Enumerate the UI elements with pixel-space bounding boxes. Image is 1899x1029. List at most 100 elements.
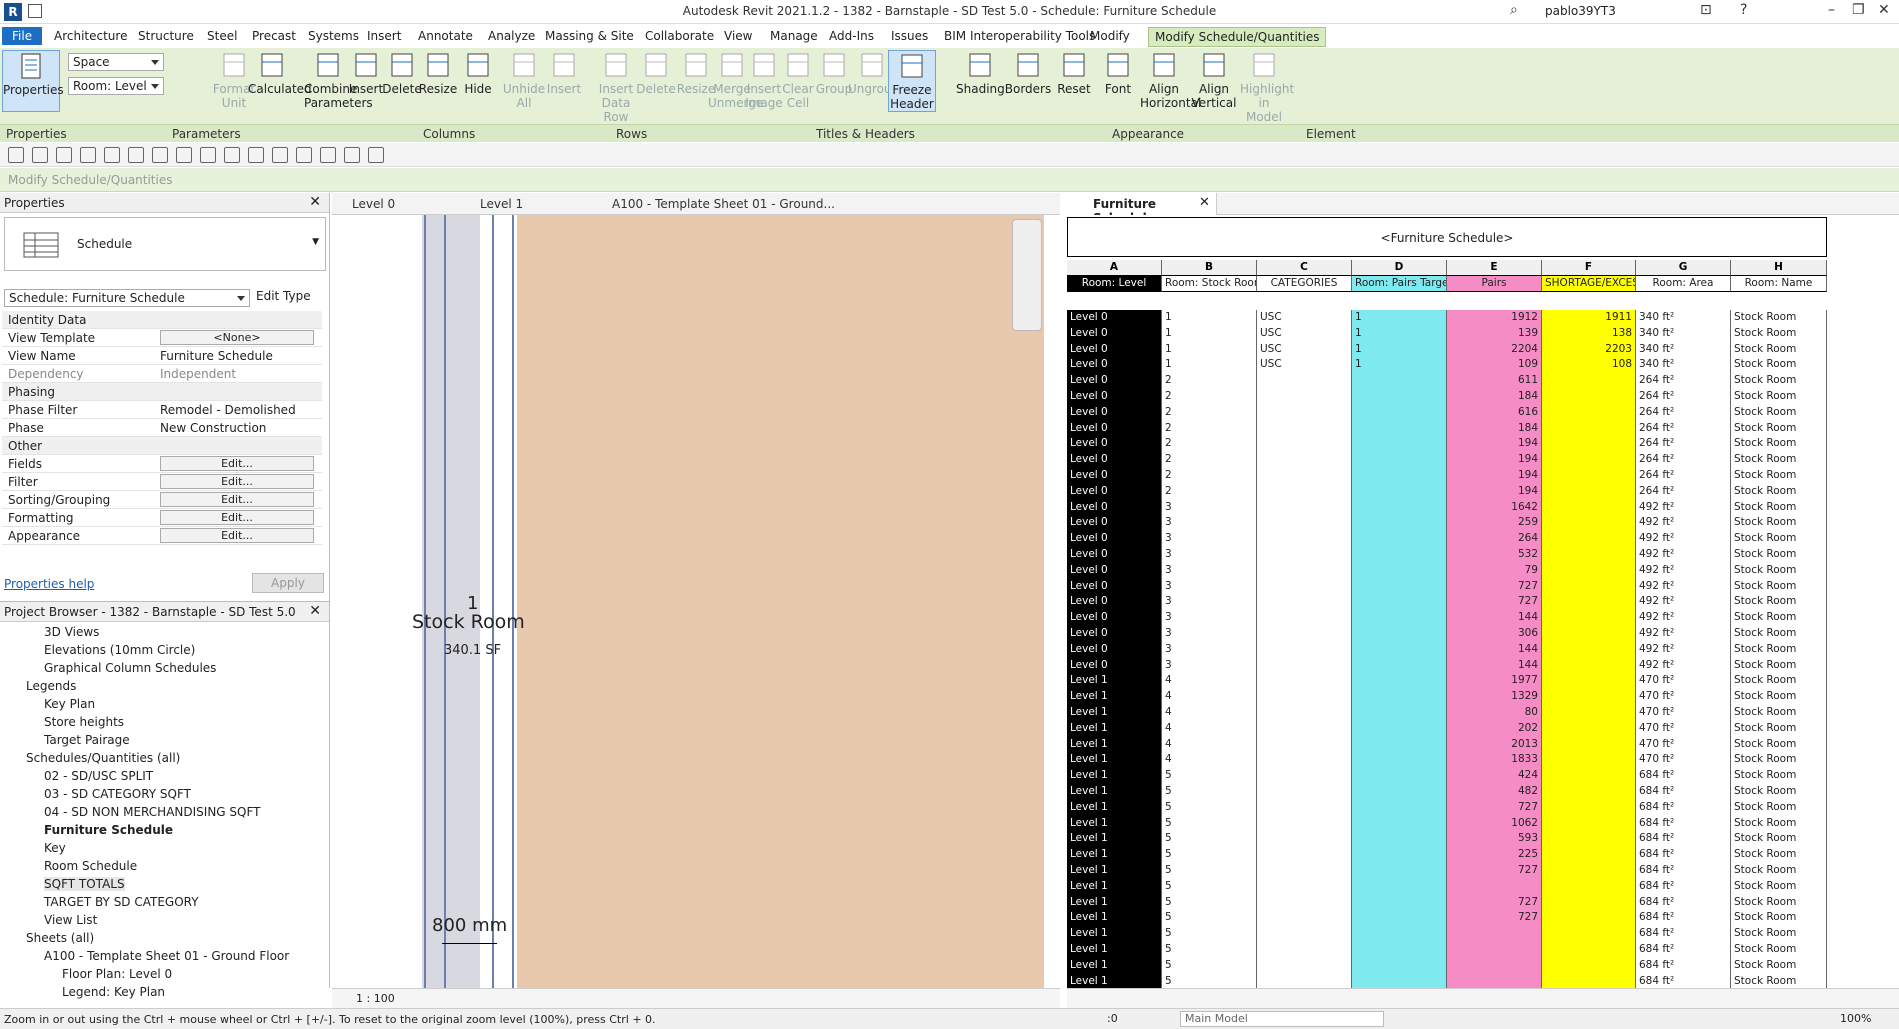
schedule-cell[interactable] <box>1447 973 1542 988</box>
model-selector[interactable]: Main Model <box>1180 1011 1384 1027</box>
parameter-combo[interactable]: Room: Level <box>68 77 164 95</box>
schedule-cell[interactable]: Stock Room <box>1731 578 1827 595</box>
schedule-cell[interactable] <box>1352 831 1447 848</box>
table-row[interactable]: Level 1 4 202 470 ft² Stock Room <box>1067 720 1827 737</box>
schedule-cell[interactable]: 3 <box>1162 610 1257 626</box>
qat-tool-icon[interactable] <box>104 147 120 163</box>
schedule-cell[interactable] <box>1542 720 1636 737</box>
view-name-field[interactable]: Furniture Schedule <box>160 349 273 363</box>
schedule-cell[interactable]: 684 ft² <box>1636 878 1731 895</box>
menu-steel[interactable]: Steel <box>207 29 237 43</box>
schedule-cell[interactable]: Stock Room <box>1731 547 1827 563</box>
schedule-cell[interactable]: 340 ft² <box>1636 357 1731 374</box>
apply-button[interactable]: Apply <box>252 573 324 593</box>
filter-edit-button[interactable]: Edit... <box>160 474 314 489</box>
fields-edit-button[interactable]: Edit... <box>160 456 314 471</box>
schedule-cell[interactable]: 684 ft² <box>1636 910 1731 927</box>
qat-tool-icon[interactable] <box>272 147 288 163</box>
schedule-cell[interactable]: 1 <box>1162 357 1257 374</box>
qat-tool-icon[interactable] <box>176 147 192 163</box>
menu-analyze[interactable]: Analyze <box>488 29 535 43</box>
schedule-cell[interactable] <box>1542 689 1636 705</box>
appearance-edit-button[interactable]: Edit... <box>160 528 314 543</box>
schedule-cell[interactable] <box>1257 815 1352 832</box>
schedule-cell[interactable] <box>1542 578 1636 595</box>
schedule-cell[interactable]: 264 ft² <box>1636 389 1731 405</box>
schedule-cell[interactable]: 492 ft² <box>1636 515 1731 532</box>
schedule-cell[interactable]: Stock Room <box>1731 957 1827 974</box>
schedule-cell[interactable]: 225 <box>1447 847 1542 863</box>
schedule-cell[interactable]: Stock Room <box>1731 325 1827 342</box>
type-selector[interactable]: Schedule ▼ <box>4 217 326 271</box>
schedule-cell[interactable] <box>1542 863 1636 879</box>
schedule-cell[interactable]: 727 <box>1447 799 1542 816</box>
schedule-cell[interactable] <box>1542 768 1636 784</box>
schedule-cell[interactable]: 684 ft² <box>1636 926 1731 942</box>
schedule-cell[interactable]: 108 <box>1542 357 1636 374</box>
schedule-cell[interactable]: 264 ft² <box>1636 452 1731 468</box>
maximize-button[interactable]: ❐ <box>1852 2 1865 18</box>
schedule-cell[interactable]: 492 ft² <box>1636 657 1731 674</box>
phase-field[interactable]: New Construction <box>160 421 266 435</box>
schedule-cell[interactable]: Stock Room <box>1731 878 1827 895</box>
schedule-cell[interactable] <box>1542 483 1636 500</box>
menu-insert[interactable]: Insert <box>367 29 401 43</box>
schedule-cell[interactable]: Stock Room <box>1731 436 1827 453</box>
schedule-cell[interactable]: Level 1 <box>1067 973 1162 988</box>
schedule-cell[interactable]: Level 0 <box>1067 310 1162 326</box>
ribbon-button-shading[interactable]: Shading <box>956 50 1005 96</box>
schedule-cell[interactable]: 2 <box>1162 389 1257 405</box>
schedule-view[interactable]: <Furniture Schedule> A B C D E F G H Room: Level… <box>1067 215 1879 988</box>
panel-label[interactable]: Parameters <box>172 127 241 141</box>
close-tab-icon[interactable]: ✕ <box>1199 195 1210 210</box>
binoculars-icon[interactable]: ⌕ <box>1510 2 1518 18</box>
schedule-cell[interactable]: Stock Room <box>1731 752 1827 769</box>
schedule-cell[interactable] <box>1542 404 1636 421</box>
schedule-cell[interactable]: 340 ft² <box>1636 325 1731 342</box>
schedule-cell[interactable] <box>1352 894 1447 911</box>
schedule-cell[interactable] <box>1257 452 1352 468</box>
schedule-cell[interactable]: 684 ft² <box>1636 799 1731 816</box>
schedule-cell[interactable]: Level 0 <box>1067 483 1162 500</box>
schedule-cell[interactable]: Level 1 <box>1067 926 1162 942</box>
schedule-cell[interactable]: Stock Room <box>1731 910 1827 927</box>
table-row[interactable]: Level 1 5 1062 684 ft² Stock Room <box>1067 815 1827 832</box>
schedule-cell[interactable]: Level 0 <box>1067 357 1162 374</box>
schedule-cell[interactable]: 5 <box>1162 894 1257 911</box>
schedule-cell[interactable]: D <box>1352 260 1447 276</box>
browser-item[interactable]: SQFT TOTALS <box>44 877 125 891</box>
schedule-cell[interactable]: Stock Room <box>1731 452 1827 468</box>
schedule-cell[interactable]: 184 <box>1447 420 1542 437</box>
schedule-cell[interactable]: 264 ft² <box>1636 436 1731 453</box>
table-row[interactable]: Level 0 3 79 492 ft² Stock Room <box>1067 562 1827 579</box>
table-row[interactable]: Level 1 5 727 684 ft² Stock Room <box>1067 894 1827 911</box>
schedule-cell[interactable] <box>1257 547 1352 563</box>
schedule-cell[interactable]: Level 1 <box>1067 736 1162 753</box>
schedule-cell[interactable]: Level 1 <box>1067 847 1162 863</box>
schedule-cell[interactable] <box>1542 515 1636 532</box>
schedule-cell[interactable]: Stock Room <box>1731 404 1827 421</box>
schedule-cell[interactable] <box>1352 578 1447 595</box>
schedule-cell[interactable]: Stock Room <box>1731 784 1827 800</box>
ribbon-button-reset[interactable]: Reset <box>1050 50 1098 96</box>
ribbon-button-insert[interactable]: Insert <box>540 50 588 96</box>
schedule-cell[interactable] <box>1257 578 1352 595</box>
schedule-cell[interactable]: Level 0 <box>1067 420 1162 437</box>
schedule-cell[interactable]: 264 ft² <box>1636 420 1731 437</box>
schedule-cell[interactable] <box>1352 436 1447 453</box>
ribbon-button-font[interactable]: Font <box>1094 50 1142 96</box>
schedule-cell[interactable]: Level 1 <box>1067 768 1162 784</box>
table-row[interactable]: Level 1 5 424 684 ft² Stock Room <box>1067 768 1827 784</box>
table-row[interactable]: Level 1 5 225 684 ft² Stock Room <box>1067 847 1827 863</box>
table-row[interactable]: Level 0 3 727 492 ft² Stock Room <box>1067 578 1827 595</box>
category-combo[interactable]: Space <box>68 53 164 71</box>
schedule-cell[interactable]: 2 <box>1162 483 1257 500</box>
schedule-cell[interactable] <box>1352 784 1447 800</box>
schedule-cell[interactable]: Level 0 <box>1067 562 1162 579</box>
schedule-cell[interactable]: 144 <box>1447 610 1542 626</box>
browser-item[interactable]: Key <box>44 841 66 855</box>
navigation-bar[interactable] <box>1012 219 1042 331</box>
table-row[interactable]: Level 0 3 727 492 ft² Stock Room <box>1067 594 1827 611</box>
schedule-cell[interactable] <box>1352 910 1447 927</box>
qat-tool-icon[interactable] <box>56 147 72 163</box>
